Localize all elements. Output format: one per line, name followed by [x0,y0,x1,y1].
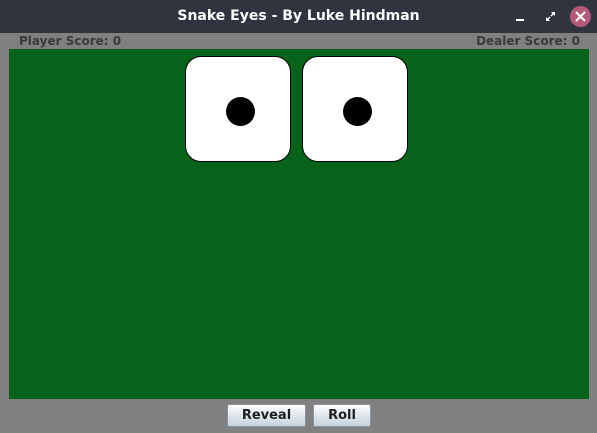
roll-button[interactable]: Roll [313,404,371,427]
die-pip [343,97,372,126]
maximize-icon [546,12,555,21]
close-button[interactable] [570,6,591,27]
die-pip [226,97,255,126]
window-title: Snake Eyes - By Luke Hindman [177,8,420,24]
minimize-icon [516,19,524,21]
minimize-button[interactable] [510,6,531,27]
title-bar[interactable]: Snake Eyes - By Luke Hindman [0,0,597,33]
dealer-score: Dealer Score: 0 [476,34,580,48]
maximize-button[interactable] [540,6,561,27]
die-1 [185,56,291,162]
reveal-button[interactable]: Reveal [227,404,306,427]
score-bar: Player Score: 0 Dealer Score: 0 [0,33,597,49]
app-window: Snake Eyes - By Luke Hindman Player Scor… [0,0,597,433]
button-bar: Reveal Roll [0,399,597,433]
game-table [9,49,589,399]
close-icon [575,11,586,22]
player-score: Player Score: 0 [19,34,122,48]
die-2 [302,56,408,162]
